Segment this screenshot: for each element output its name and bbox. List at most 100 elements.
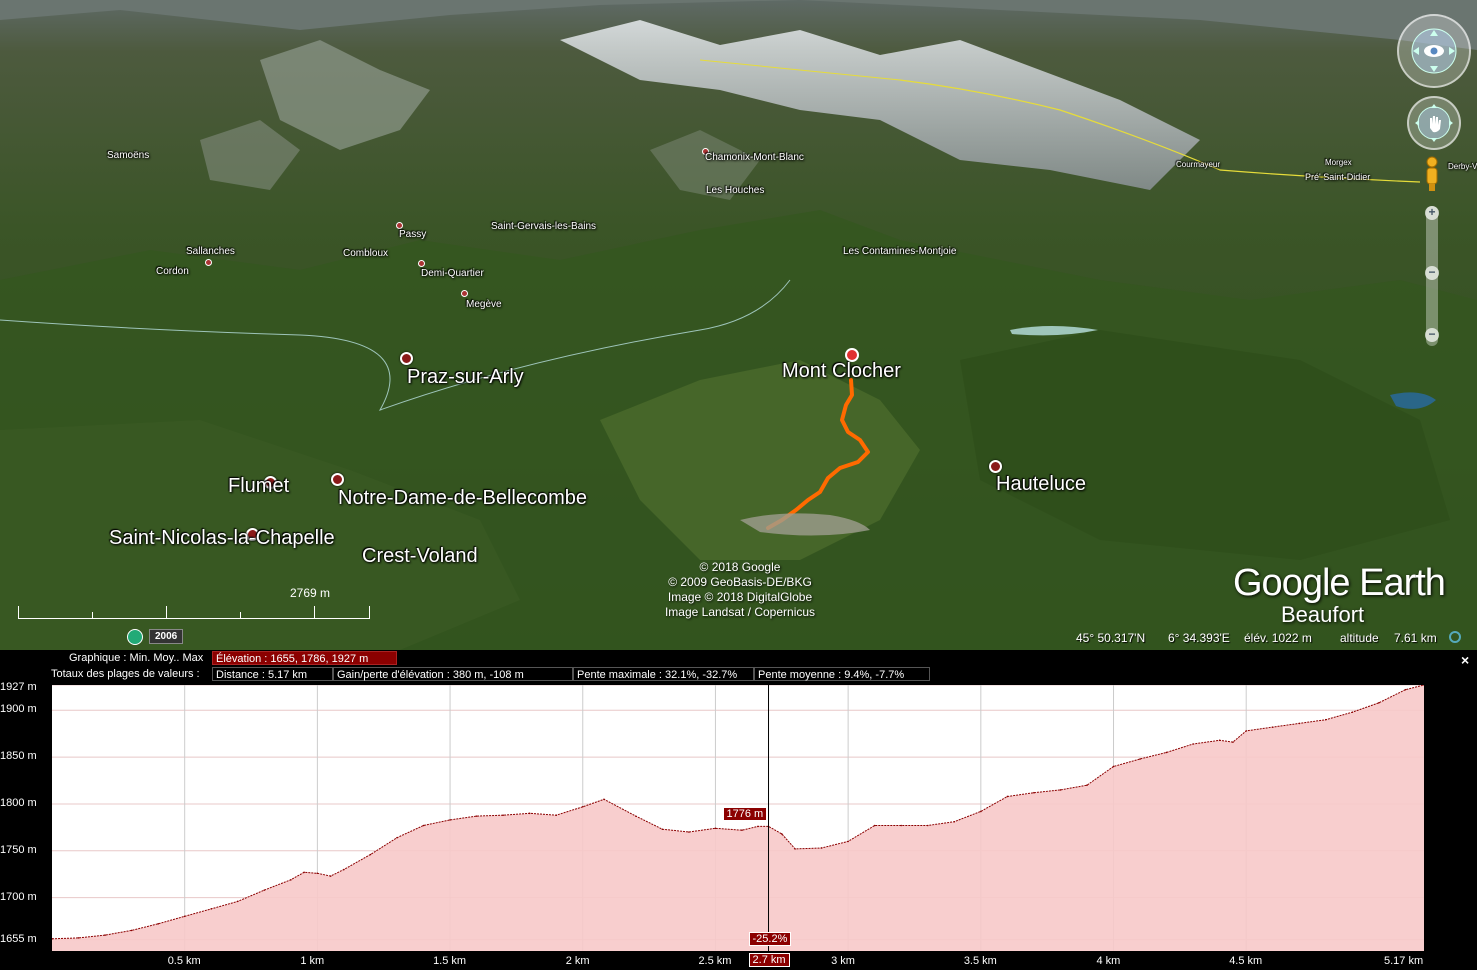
x-tick-label: 1.5 km [433, 955, 467, 967]
elevation-point [502, 814, 504, 816]
elevation-stats[interactable]: Élévation : 1655, 1786, 1927 m [212, 651, 397, 665]
elevation-point [329, 875, 332, 877]
elevation-point [757, 825, 759, 828]
elevation-point [714, 827, 717, 830]
scale-label: 2769 m [290, 586, 331, 600]
elevation-point [1325, 718, 1327, 721]
ground-elevation: élév. 1022 m [1244, 631, 1312, 645]
place-beaufort: Beaufort [1281, 602, 1365, 627]
place-megeve: Megève [466, 299, 502, 310]
scale-bar: 2769 m [18, 586, 370, 620]
elevation-point [953, 820, 956, 823]
cursor-slope-label: -25.2% [748, 932, 792, 946]
zoom-slider-handle[interactable]: − [1425, 266, 1439, 280]
place-pre-saint-didier: Pré' Saint-Didier [1305, 172, 1371, 182]
place-mont-clocher: Mont Clocher [782, 360, 901, 382]
y-tick-label: 1927 m [0, 681, 37, 693]
distance-stat[interactable]: Distance : 5.17 km [212, 667, 333, 681]
credit-line: Image © 2018 DigitalGlobe [667, 590, 813, 604]
elevation-point [1378, 701, 1380, 704]
y-tick-label: 1850 m [0, 750, 37, 763]
place-flumet: Flumet [228, 475, 290, 497]
y-tick-label: 1750 m [0, 843, 37, 856]
elevation-point [980, 810, 982, 813]
terrain-imagery [0, 0, 1477, 650]
place-sallanches: Sallanches [186, 246, 235, 257]
elevation-point [1351, 711, 1354, 713]
elevation-point [873, 824, 876, 827]
elevation-point [635, 815, 637, 817]
y-tick-label: 1900 m [0, 703, 37, 716]
elevation-point [780, 833, 783, 835]
elevation-point [688, 831, 690, 833]
move-joystick[interactable] [1407, 96, 1461, 150]
x-tick-label: 4 km [1096, 955, 1121, 967]
elevation-point [369, 853, 372, 856]
elevation-point [1086, 784, 1088, 787]
elevation-point [1245, 730, 1247, 732]
place-les-contamines: Les Contamines-Montjoie [843, 246, 957, 257]
elevation-point [581, 805, 584, 808]
place-saint-nicolas: Saint-Nicolas-la-Chapelle [109, 527, 335, 549]
imagery-credits: © 2018 Google © 2009 GeoBasis-DE/BKG Ima… [640, 560, 840, 620]
place-cordon: Cordon [156, 266, 189, 277]
place-demi-quartier: Demi-Quartier [421, 268, 484, 279]
x-tick-label: 2 km [565, 955, 590, 967]
latitude: 45° 50.317'N [1076, 631, 1146, 645]
place-notre-dame: Notre-Dame-de-Bellecombe [338, 487, 587, 509]
y-tick-label: 1700 m [0, 890, 37, 903]
credit-line: © 2009 GeoBasis-DE/BKG [668, 575, 812, 589]
gain-loss-stat[interactable]: Gain/perte d'élévation : 380 m, -108 m [333, 667, 573, 681]
zoom-in-button[interactable]: + [1425, 206, 1439, 220]
elevation-point [1112, 765, 1115, 768]
cursor-distance-label: 2.7 km [748, 953, 790, 967]
earth-3d-view[interactable]: Samoëns Chamonix-Mont-Blanc Les Houches … [0, 0, 1477, 650]
x-tick-label: 2.5 km [698, 955, 732, 967]
place-praz-sur-arly: Praz-sur-Arly [407, 366, 524, 388]
elevation-point [77, 937, 80, 939]
credit-line: © 2018 Google [699, 560, 781, 574]
place-pin [461, 290, 468, 297]
google-earth-logo: Google Earth Beaufort [1233, 562, 1446, 627]
place-combloux: Combloux [343, 248, 389, 259]
elevation-point [104, 934, 106, 936]
elevation-point [290, 879, 292, 881]
close-profile-button[interactable]: × [1461, 652, 1469, 668]
avg-slope-stat[interactable]: Pente moyenne : 9.4%, -7.7% [754, 667, 930, 681]
look-joystick[interactable] [1397, 14, 1471, 88]
totals-label: Totaux des plages de valeurs : [51, 668, 200, 680]
street-view-pegman-icon[interactable] [1424, 156, 1440, 192]
elevation-point [1271, 726, 1274, 728]
max-slope-stat[interactable]: Pente maximale : 32.1%, -32.7% [573, 667, 754, 681]
credit-line: Image Landsat / Copernicus [664, 605, 816, 619]
clock-icon[interactable] [127, 629, 143, 645]
x-tick-label: 4.5 km [1229, 955, 1263, 967]
place-hauteluce: Hauteluce [996, 473, 1087, 495]
elevation-point [900, 824, 903, 827]
imagery-year: 2006 [149, 629, 184, 644]
elevation-point [316, 872, 319, 875]
elevation-point [1059, 789, 1062, 791]
x-end-label: 5.17 km [1384, 955, 1424, 967]
elevation-point [396, 836, 398, 839]
place-derby: Derby-V [1448, 162, 1477, 171]
loading-icon [1449, 631, 1461, 643]
place-pin [205, 259, 212, 266]
place-saint-gervais: Saint-Gervais-les-Bains [491, 221, 597, 232]
place-pin [989, 460, 1002, 473]
elevation-point [303, 871, 305, 874]
elevation-profile-panel: Graphique : Min. Moy.. Max Élévation : 1… [0, 650, 1477, 970]
elevation-point [1033, 791, 1035, 794]
elevation-point [343, 868, 345, 871]
elevation-point [130, 929, 133, 932]
elevation-point [263, 889, 266, 891]
elevation-point [1298, 722, 1301, 725]
zoom-out-button[interactable]: − [1425, 328, 1439, 342]
elevation-point [1139, 758, 1141, 760]
elevation-point [1218, 739, 1221, 742]
elevation-point [210, 908, 213, 910]
place-morgex: Morgex [1325, 158, 1352, 167]
place-pin [331, 473, 344, 486]
eye-icon [1411, 28, 1457, 74]
elevation-point [422, 824, 425, 827]
